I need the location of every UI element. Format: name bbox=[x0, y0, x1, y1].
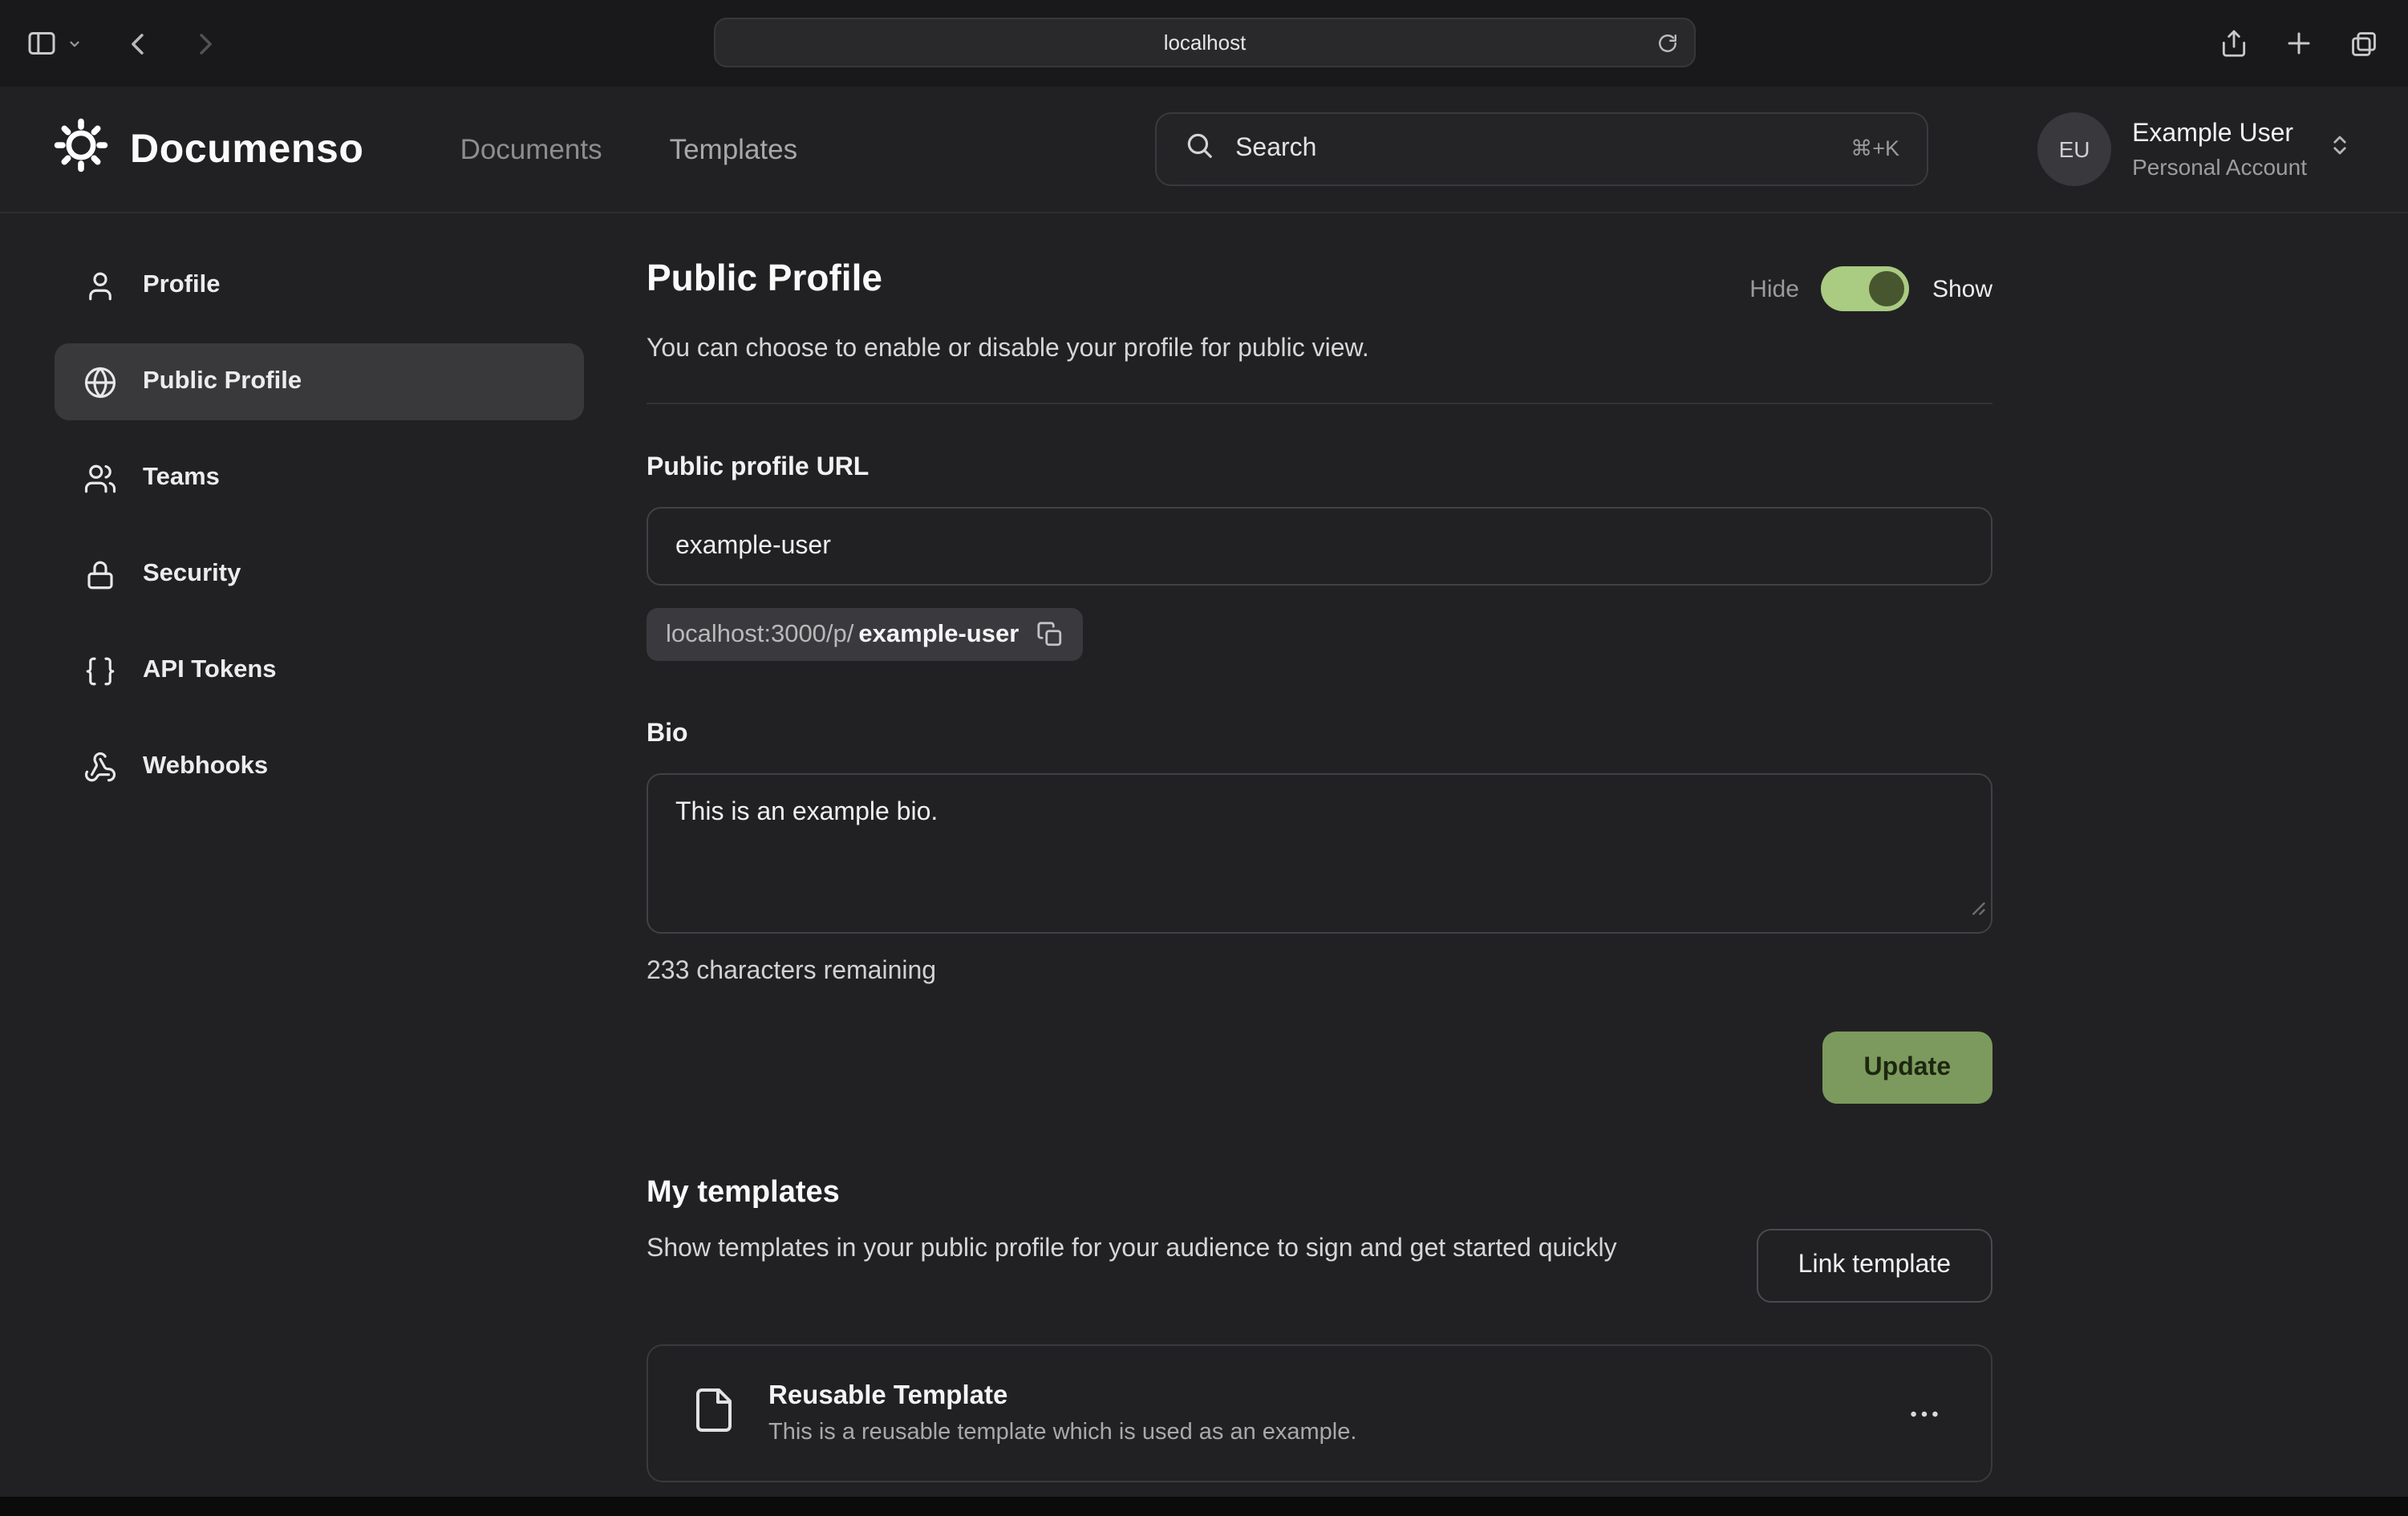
template-list-item: Reusable Template This is a reusable tem… bbox=[647, 1344, 1992, 1482]
user-menu[interactable]: EU Example User Personal Account bbox=[2037, 112, 2352, 186]
user-name: Example User bbox=[2132, 120, 2307, 148]
page-title: Public Profile bbox=[647, 253, 882, 302]
section-divider bbox=[647, 403, 1992, 404]
user-account-type: Personal Account bbox=[2132, 153, 2307, 179]
app-root: localhost bbox=[0, 0, 2408, 1516]
template-info: Reusable Template This is a reusable tem… bbox=[768, 1381, 1869, 1445]
sidebar-item-profile[interactable]: Profile bbox=[55, 247, 584, 324]
link-template-button[interactable]: Link template bbox=[1757, 1229, 1992, 1303]
public-profile-url-input[interactable] bbox=[647, 507, 1992, 586]
brand-logo[interactable]: Documenso bbox=[53, 117, 364, 181]
toggle-show-label: Show bbox=[1932, 275, 1992, 302]
template-description: This is a reusable template which is use… bbox=[768, 1420, 1869, 1445]
lock-icon bbox=[83, 557, 117, 591]
profile-visibility-toggle-group: Hide Show bbox=[1749, 266, 1992, 311]
profile-url-slug: example-user bbox=[858, 620, 1019, 649]
browser-share-icon[interactable] bbox=[2219, 28, 2249, 59]
users-icon bbox=[83, 461, 117, 495]
top-nav: Documents Templates bbox=[460, 132, 798, 166]
bio-label: Bio bbox=[647, 719, 1992, 751]
public-profile-settings: Public Profile Hide Show You can choose … bbox=[647, 247, 1992, 1497]
browser-back-icon[interactable] bbox=[124, 28, 154, 59]
settings-sidebar: Profile Public Profile Teams Security bbox=[55, 247, 584, 1497]
browser-url-text: localhost bbox=[1164, 30, 1247, 55]
browser-tabs-overview-icon[interactable] bbox=[2349, 28, 2379, 59]
content-area: Profile Public Profile Teams Security bbox=[0, 213, 2408, 1497]
sidebar-item-api-tokens[interactable]: API Tokens bbox=[55, 632, 584, 709]
nav-templates[interactable]: Templates bbox=[670, 132, 798, 166]
window-bottom-edge bbox=[0, 1497, 2408, 1516]
page-subtitle: You can choose to enable or disable your… bbox=[647, 332, 1992, 367]
search-input[interactable] bbox=[1235, 135, 1830, 164]
browser-forward-icon[interactable] bbox=[189, 28, 220, 59]
webhook-icon bbox=[83, 750, 117, 784]
user-icon bbox=[83, 269, 117, 302]
profile-url-preview: localhost:3000/p/example-user bbox=[647, 608, 1083, 661]
sidebar-item-label: Profile bbox=[143, 271, 220, 300]
documenso-logo-icon bbox=[53, 117, 109, 181]
globe-icon bbox=[83, 365, 117, 399]
sidebar-item-teams[interactable]: Teams bbox=[55, 440, 584, 517]
template-name: Reusable Template bbox=[768, 1381, 1869, 1412]
browser-address-bar[interactable]: localhost bbox=[714, 18, 1696, 67]
file-icon bbox=[690, 1385, 738, 1441]
browser-new-tab-icon[interactable] bbox=[2284, 29, 2313, 58]
avatar: EU bbox=[2037, 112, 2111, 186]
sidebar-item-public-profile[interactable]: Public Profile bbox=[55, 343, 584, 420]
sidebar-item-label: API Tokens bbox=[143, 656, 277, 685]
profile-visibility-toggle[interactable] bbox=[1822, 266, 1910, 311]
my-templates-description: Show templates in your public profile fo… bbox=[647, 1229, 1617, 1271]
browser-sidebar-chevron-down-icon[interactable] bbox=[67, 36, 82, 51]
app-header: Documenso Documents Templates ⌘+K EU Exa… bbox=[0, 87, 2408, 213]
profile-url-prefix: localhost:3000/p/ bbox=[666, 620, 853, 649]
braces-icon bbox=[83, 654, 117, 687]
textarea-resize-handle[interactable] bbox=[1968, 895, 1986, 924]
sidebar-item-label: Teams bbox=[143, 464, 220, 492]
copy-url-button[interactable] bbox=[1036, 621, 1064, 648]
user-info: Example User Personal Account bbox=[2132, 120, 2307, 179]
brand-name: Documenso bbox=[130, 126, 364, 172]
sidebar-item-webhooks[interactable]: Webhooks bbox=[55, 728, 584, 805]
update-button[interactable]: Update bbox=[1822, 1032, 1992, 1104]
toggle-knob bbox=[1870, 271, 1905, 306]
bio-characters-remaining: 233 characters remaining bbox=[647, 955, 1992, 990]
bio-textarea[interactable]: This is an example bio. bbox=[647, 773, 1992, 934]
sidebar-item-label: Public Profile bbox=[143, 367, 302, 396]
sidebar-item-security[interactable]: Security bbox=[55, 536, 584, 613]
toggle-hide-label: Hide bbox=[1749, 275, 1799, 302]
browser-toolbar: localhost bbox=[0, 0, 2408, 87]
public-profile-url-label: Public profile URL bbox=[647, 452, 1992, 484]
browser-sidebar-toggle-icon[interactable] bbox=[26, 27, 58, 59]
sidebar-item-label: Webhooks bbox=[143, 752, 268, 781]
my-templates-title: My templates bbox=[647, 1174, 1992, 1213]
nav-documents[interactable]: Documents bbox=[460, 132, 602, 166]
template-more-options-icon[interactable] bbox=[1899, 1388, 1949, 1438]
browser-reload-icon[interactable] bbox=[1657, 32, 1678, 53]
global-search[interactable]: ⌘+K bbox=[1155, 112, 1928, 186]
search-icon bbox=[1184, 130, 1214, 168]
chevrons-up-down-icon bbox=[2328, 133, 2352, 165]
search-shortcut-badge: ⌘+K bbox=[1851, 136, 1899, 162]
sidebar-item-label: Security bbox=[143, 560, 241, 589]
avatar-initials: EU bbox=[2059, 136, 2090, 162]
